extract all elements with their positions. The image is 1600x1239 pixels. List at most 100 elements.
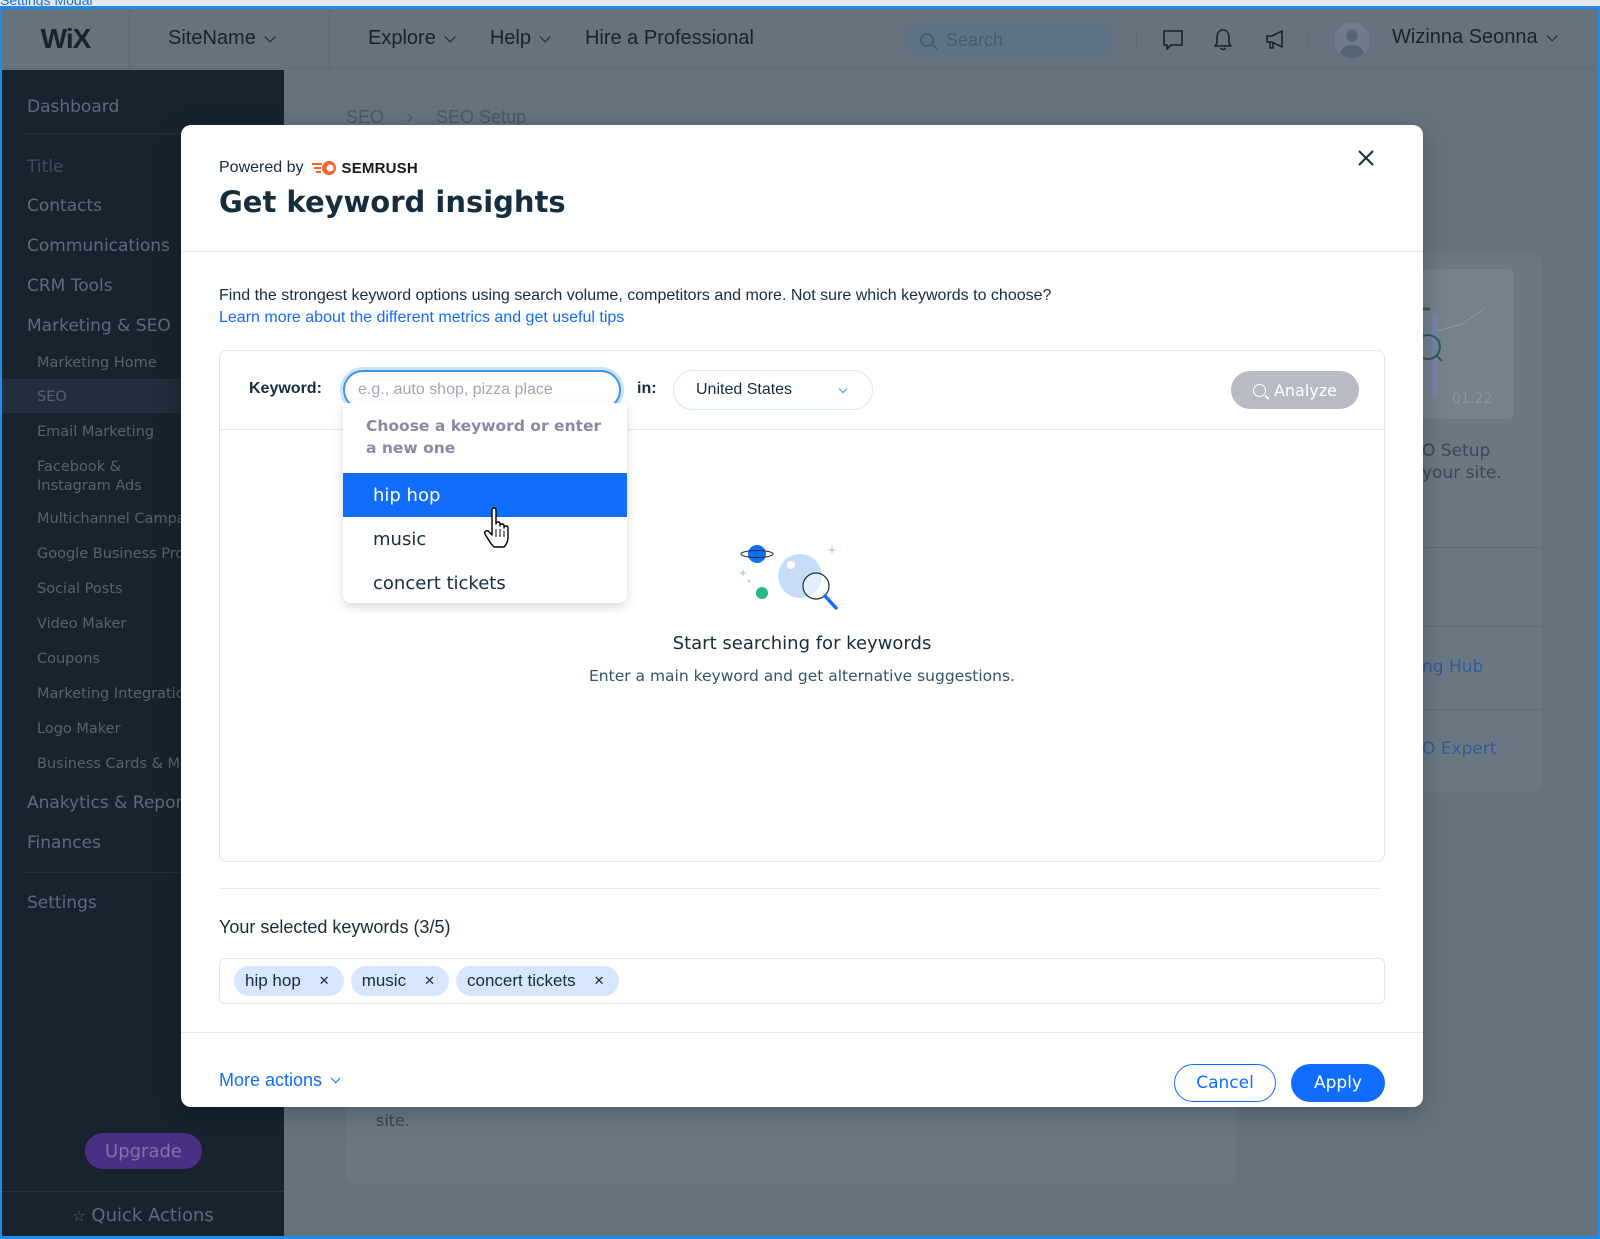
learn-more-link[interactable]: Learn more about the different metrics a… xyxy=(219,307,1051,329)
semrush-wordmark: SEMRUSH xyxy=(341,159,418,177)
chevron-down-icon xyxy=(330,1073,341,1084)
background-card: site. xyxy=(346,1099,1236,1184)
breadcrumb-seo[interactable]: SEO xyxy=(346,107,384,127)
option-label: music xyxy=(373,528,427,550)
sidebar-item-contacts[interactable]: Contacts xyxy=(27,196,102,216)
breadcrumb-seo-setup: SEO Setup xyxy=(436,107,527,127)
nav-hire-professional[interactable]: Hire a Professional xyxy=(585,27,754,50)
sidebar-item-communications[interactable]: Communications xyxy=(27,236,170,256)
sidebar-item-logo-maker[interactable]: Logo Maker xyxy=(37,721,121,737)
sidebar-item-google-business[interactable]: Google Business Pro xyxy=(37,546,184,562)
bell-icon[interactable] xyxy=(1210,27,1236,53)
more-actions-button[interactable]: More actions xyxy=(219,1070,341,1091)
analyze-button[interactable]: Analyze xyxy=(1231,371,1359,409)
chevron-down-icon xyxy=(539,30,551,43)
background-link[interactable]: ng Hub xyxy=(1422,657,1483,677)
sidebar-item-crm-tools[interactable]: CRM Tools xyxy=(27,276,113,296)
megaphone-icon[interactable] xyxy=(1262,27,1288,53)
sidebar-item-analytics[interactable]: Anakytics & Report xyxy=(27,793,189,813)
search-input[interactable]: Search xyxy=(904,21,1114,59)
upgrade-button[interactable]: Upgrade xyxy=(85,1133,202,1169)
powered-by-label: Powered by xyxy=(219,159,304,176)
sidebar-item-email-marketing[interactable]: Email Marketing xyxy=(37,424,154,440)
semrush-brand: SEMRUSH xyxy=(311,159,418,177)
site-selector[interactable]: SiteName xyxy=(130,9,330,69)
keyword-tag: music ✕ xyxy=(350,966,449,996)
search-placeholder: Search xyxy=(946,29,1004,50)
sparkle-list-icon: ☆ xyxy=(72,1207,86,1225)
sidebar-item-seo[interactable]: SEO xyxy=(37,389,67,405)
remove-tag-icon[interactable]: ✕ xyxy=(594,973,605,989)
quick-actions-label: Quick Actions xyxy=(91,1205,214,1226)
section-divider xyxy=(219,888,1381,889)
app-frame: WiX SiteName Explore Help Hire a Profess… xyxy=(0,6,1600,1239)
sidebar-item-social-posts[interactable]: Social Posts xyxy=(37,581,123,597)
sidebar-item-finances[interactable]: Finances xyxy=(27,833,101,853)
keyword-suggestions-dropdown: Choose a keyword or enter a new one hip … xyxy=(343,403,627,603)
breadcrumb-separator-icon: › xyxy=(407,107,414,127)
close-icon[interactable] xyxy=(1353,145,1379,171)
tag-label: music xyxy=(361,971,407,990)
sidebar-item-marketing-integrations[interactable]: Marketing Integratio xyxy=(37,686,185,702)
video-duration: 01:22 xyxy=(1452,391,1493,407)
quick-actions-button[interactable]: ☆ Quick Actions xyxy=(2,1205,284,1226)
chat-icon[interactable] xyxy=(1160,27,1186,53)
selected-keywords-box[interactable]: hip hop ✕ music ✕ concert tickets ✕ xyxy=(219,958,1385,1004)
keyword-tag: concert tickets ✕ xyxy=(456,966,619,996)
divider xyxy=(1136,29,1137,51)
keyword-insights-modal: Powered by SEMRUSH Get keyword insights … xyxy=(181,125,1423,1107)
more-actions-label: More actions xyxy=(219,1070,323,1090)
background-text: O Setup xyxy=(1422,441,1491,461)
background-text: site. xyxy=(376,1111,410,1130)
background-text: your site. xyxy=(1422,463,1502,483)
hand-pointer-cursor-icon xyxy=(483,507,509,548)
nav-help[interactable]: Help xyxy=(490,27,551,50)
semrush-logo-icon xyxy=(311,161,336,175)
modal-title: Get keyword insights xyxy=(219,185,566,219)
remove-tag-icon[interactable]: ✕ xyxy=(424,973,435,989)
nav-explore-label: Explore xyxy=(368,27,436,49)
user-menu[interactable]: Wizinna Seonna xyxy=(1392,26,1558,49)
space-search-illustration xyxy=(739,545,838,610)
in-label: in: xyxy=(637,380,657,397)
sidebar-item-coupons[interactable]: Coupons xyxy=(37,651,100,667)
tag-label: hip hop xyxy=(245,971,301,990)
cancel-button[interactable]: Cancel xyxy=(1174,1064,1276,1102)
sidebar-item-facebook-instagram-ads[interactable]: Facebook & Instagram Ads xyxy=(37,458,167,496)
footer-divider xyxy=(181,1032,1423,1033)
sidebar-item-settings[interactable]: Settings xyxy=(27,893,97,913)
empty-state-subtitle: Enter a main keyword and get alternative… xyxy=(589,667,1015,685)
sidebar-item-dashboard[interactable]: Dashboard xyxy=(27,97,119,117)
nav-explore[interactable]: Explore xyxy=(368,27,456,50)
sidebar-item-title[interactable]: Title xyxy=(27,157,63,177)
sidebar-item-multichannel[interactable]: Multichannel Campa xyxy=(37,511,186,527)
divider xyxy=(1308,29,1309,51)
wix-logo[interactable]: WiX xyxy=(2,9,130,69)
sidebar-divider xyxy=(2,1191,284,1192)
tag-label: concert tickets xyxy=(467,971,576,990)
country-value: United States xyxy=(696,381,793,398)
avatar-head xyxy=(1346,29,1358,42)
sidebar-item-business-cards[interactable]: Business Cards & Mo xyxy=(37,756,189,772)
apply-button[interactable]: Apply xyxy=(1291,1064,1385,1102)
chevron-down-icon xyxy=(444,30,456,43)
country-select[interactable]: United States xyxy=(673,370,873,410)
background-link[interactable]: O Expert xyxy=(1422,739,1497,759)
chevron-down-icon xyxy=(264,30,276,43)
search-icon xyxy=(1252,383,1266,397)
chevron-down-icon xyxy=(1546,29,1558,42)
sidebar-item-marketing-seo[interactable]: Marketing & SEO xyxy=(27,316,171,336)
dropdown-hint: Choose a keyword or enter a new one xyxy=(366,417,602,457)
keyword-label: Keyword: xyxy=(249,380,322,397)
selected-keywords-title: Your selected keywords (3/5) xyxy=(219,917,451,937)
description: Find the strongest keyword options using… xyxy=(219,285,1051,329)
option-label: hip hop xyxy=(373,484,441,506)
dropdown-option-concert-tickets[interactable]: concert tickets xyxy=(343,561,627,605)
avatar[interactable] xyxy=(1334,22,1370,58)
sidebar-item-marketing-home[interactable]: Marketing Home xyxy=(37,355,157,371)
header-divider xyxy=(181,251,1423,252)
sidebar-item-video-maker[interactable]: Video Maker xyxy=(37,616,126,632)
remove-tag-icon[interactable]: ✕ xyxy=(319,973,330,989)
description-text: Find the strongest keyword options using… xyxy=(219,287,1052,304)
chevron-down-icon xyxy=(838,384,848,394)
